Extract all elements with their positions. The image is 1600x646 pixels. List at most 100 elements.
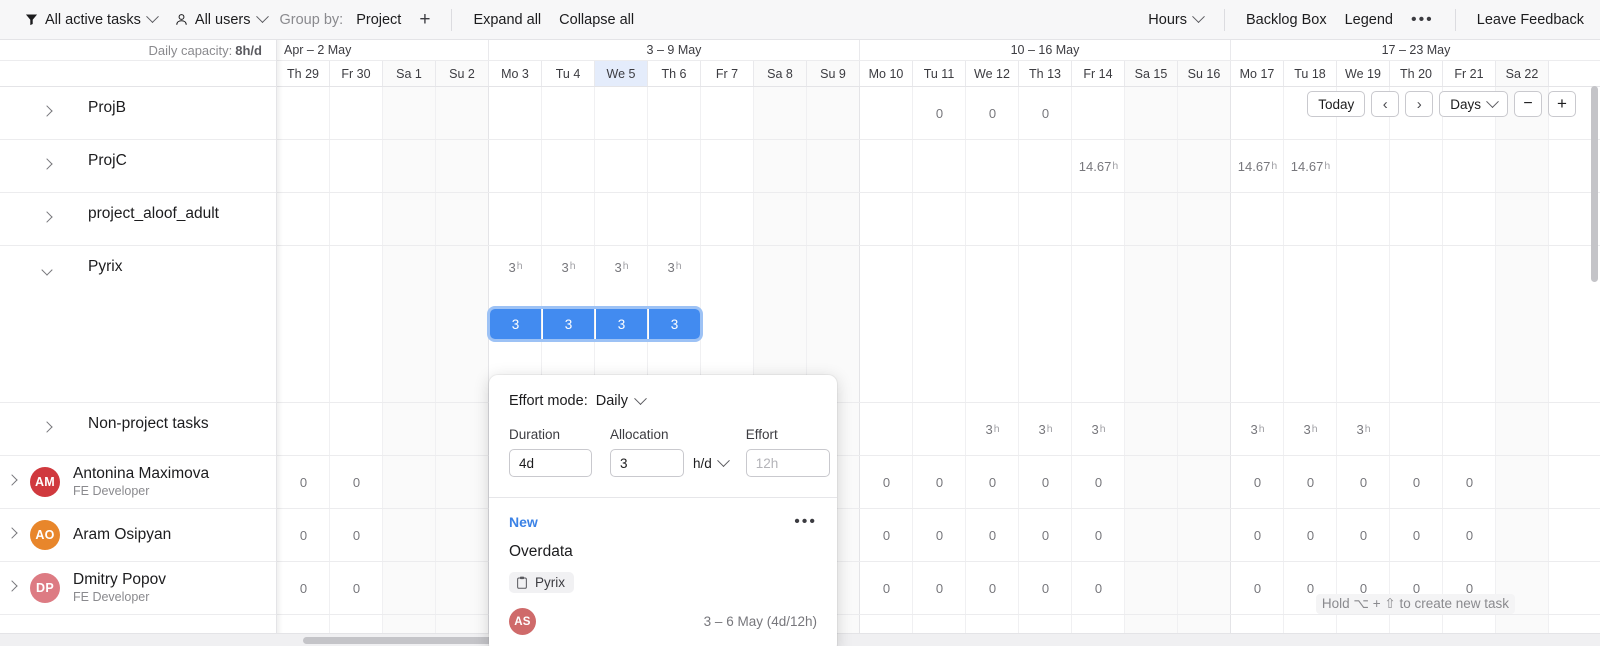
timeline-day-header-14[interactable]: Th 13 bbox=[1019, 61, 1072, 86]
avatar[interactable]: AO bbox=[30, 520, 60, 550]
task-status-badge[interactable]: New bbox=[509, 514, 538, 530]
effort-input[interactable] bbox=[745, 449, 830, 477]
group-row[interactable]: ProjB bbox=[0, 87, 276, 140]
timeline-day-header-17[interactable]: Su 16 bbox=[1178, 61, 1231, 86]
timeline-value-cell: 14.67 h bbox=[1231, 140, 1284, 192]
timescale-dropdown[interactable]: Days bbox=[1439, 91, 1508, 117]
timeline-value-cell: 0 bbox=[330, 456, 383, 508]
timeline-day-header-11[interactable]: Mo 10 bbox=[860, 61, 913, 86]
duration-input[interactable] bbox=[509, 449, 592, 477]
chevron-right-icon[interactable] bbox=[6, 580, 22, 596]
legend-button[interactable]: Legend bbox=[1336, 8, 1402, 32]
units-dropdown[interactable]: Hours bbox=[1139, 8, 1212, 32]
timeline-day-header-13[interactable]: We 12 bbox=[966, 61, 1019, 86]
task-bar-segment[interactable]: 3 bbox=[543, 309, 594, 339]
timeline-day-header-9[interactable]: Sa 8 bbox=[754, 61, 807, 86]
add-grouping-button[interactable]: + bbox=[410, 9, 439, 31]
timeline-week-header: Apr – 2 May 3 – 9 May 10 – 16 May 17 – 23 M… bbox=[277, 40, 1600, 61]
task-title[interactable]: Overdata bbox=[509, 543, 817, 561]
timeline-day-header-19[interactable]: Tu 18 bbox=[1284, 61, 1337, 86]
chevron-down-icon bbox=[1192, 10, 1205, 24]
task-project-chip[interactable]: Pyrix bbox=[509, 572, 574, 593]
timeline-day-header-10[interactable]: Su 9 bbox=[807, 61, 860, 86]
timeline-row[interactable] bbox=[277, 193, 1600, 246]
timeline-row[interactable]: 14.67 h 14.67 h 14.67 h bbox=[277, 140, 1600, 193]
allocation-input[interactable] bbox=[610, 449, 684, 477]
task-bar-segment[interactable]: 3 bbox=[596, 309, 647, 339]
chevron-right-icon[interactable] bbox=[41, 105, 57, 121]
vertical-scrollbar[interactable] bbox=[1591, 86, 1598, 641]
cell-value: 0 bbox=[299, 527, 308, 543]
filter-users-dropdown[interactable]: All users bbox=[166, 8, 276, 32]
filter-tasks-dropdown[interactable]: All active tasks bbox=[16, 8, 166, 32]
timeline-row[interactable]: 3h3h3h3h3333 bbox=[277, 246, 1600, 403]
timeline-day-header-6[interactable]: We 5 bbox=[595, 61, 648, 86]
timeline-row[interactable]: 00000000000000000 bbox=[277, 509, 1600, 562]
timeline-day-header-5[interactable]: Tu 4 bbox=[542, 61, 595, 86]
timeline-value-cell: 0 bbox=[1337, 456, 1390, 508]
user-row[interactable]: DP Dmitry Popov FE Developer bbox=[0, 562, 276, 615]
timeline-day-header-7[interactable]: Th 6 bbox=[648, 61, 701, 86]
timeline-day-header-4[interactable]: Mo 3 bbox=[489, 61, 542, 86]
avatar[interactable]: AM bbox=[30, 467, 60, 497]
chevron-right-icon[interactable] bbox=[6, 474, 22, 490]
task-bar-segment[interactable]: 3 bbox=[490, 309, 541, 339]
cell-value: 3 bbox=[1038, 421, 1046, 437]
next-period-button[interactable]: › bbox=[1405, 91, 1434, 117]
daily-capacity-label: Daily capacity: bbox=[148, 42, 233, 58]
timeline-day-header-21[interactable]: Th 20 bbox=[1390, 61, 1443, 86]
expand-all-button[interactable]: Expand all bbox=[464, 8, 550, 32]
timeline-day-header-16[interactable]: Sa 15 bbox=[1125, 61, 1178, 86]
timeline-row[interactable]: 00000000000000000 bbox=[277, 456, 1600, 509]
today-button[interactable]: Today bbox=[1307, 91, 1366, 117]
zoom-out-button[interactable]: − bbox=[1514, 91, 1542, 117]
chevron-right-icon[interactable] bbox=[6, 527, 22, 543]
group-row[interactable]: Pyrix bbox=[0, 246, 276, 403]
cell-value: 0 bbox=[988, 474, 997, 490]
timeline-day-header-3[interactable]: Su 2 bbox=[436, 61, 489, 86]
resource-planner-app: All active tasks All users Group by: Pro… bbox=[0, 0, 1600, 646]
timeline-day-header-2[interactable]: Sa 1 bbox=[383, 61, 436, 86]
user-row[interactable]: AO Aram Osipyan bbox=[0, 509, 276, 562]
task-bar[interactable]: 3333 bbox=[487, 306, 703, 342]
group-row[interactable]: ProjC bbox=[0, 140, 276, 193]
cell-unit: h bbox=[569, 260, 576, 272]
cell-value: 0 bbox=[1306, 474, 1315, 490]
cell-value: 0 bbox=[1253, 527, 1262, 543]
timeline-value-cell: 0 bbox=[913, 562, 966, 614]
effort-mode-dropdown[interactable]: Effort mode: Daily bbox=[509, 391, 817, 409]
task-assignee-avatar[interactable]: AS bbox=[509, 608, 536, 635]
timeline-day-header-22[interactable]: Fr 21 bbox=[1443, 61, 1496, 86]
zoom-in-button[interactable]: + bbox=[1548, 91, 1576, 117]
group-row[interactable]: project_aloof_adult bbox=[0, 193, 276, 246]
timeline-day-header-18[interactable]: Mo 17 bbox=[1231, 61, 1284, 86]
timeline-day-header-15[interactable]: Fr 14 bbox=[1072, 61, 1125, 86]
timeline-day-header-0[interactable]: Th 29 bbox=[277, 61, 330, 86]
timeline-day-header-23[interactable]: Sa 22 bbox=[1496, 61, 1549, 86]
chevron-right-icon[interactable] bbox=[41, 158, 57, 174]
leave-feedback-button[interactable]: Leave Feedback bbox=[1468, 8, 1584, 32]
group-by-value[interactable]: Project bbox=[347, 8, 410, 32]
cell-unit: h bbox=[516, 260, 523, 272]
chevron-right-icon[interactable] bbox=[41, 421, 57, 437]
more-options-button[interactable]: ••• bbox=[1402, 11, 1443, 29]
timeline-day-header-20[interactable]: We 19 bbox=[1337, 61, 1390, 86]
chevron-right-icon[interactable] bbox=[41, 211, 57, 227]
timeline-value-cell: 0 bbox=[1443, 509, 1496, 561]
collapse-all-button[interactable]: Collapse all bbox=[550, 8, 643, 32]
timeline-day-header-8[interactable]: Fr 7 bbox=[701, 61, 754, 86]
avatar[interactable]: DP bbox=[30, 573, 60, 603]
chevron-down-icon[interactable] bbox=[41, 264, 57, 280]
task-bar-segment[interactable]: 3 bbox=[649, 309, 700, 339]
timeline-row[interactable]: 3h3h3h3h3h3h bbox=[277, 403, 1600, 456]
group-row[interactable]: Non-project tasks bbox=[0, 403, 276, 456]
task-more-menu-button[interactable]: ••• bbox=[794, 514, 817, 530]
timeline-day-header-12[interactable]: Tu 11 bbox=[913, 61, 966, 86]
allocation-unit-dropdown[interactable]: h/d bbox=[693, 449, 730, 477]
create-task-hint: Hold ⌥ + ⇧ to create new task bbox=[1315, 594, 1515, 614]
timeline-day-header-1[interactable]: Fr 30 bbox=[330, 61, 383, 86]
backlog-box-button[interactable]: Backlog Box bbox=[1237, 8, 1336, 32]
prev-period-button[interactable]: ‹ bbox=[1371, 91, 1400, 117]
vertical-scrollbar-thumb[interactable] bbox=[1591, 86, 1598, 282]
user-row[interactable]: AM Antonina Maximova FE Developer bbox=[0, 456, 276, 509]
